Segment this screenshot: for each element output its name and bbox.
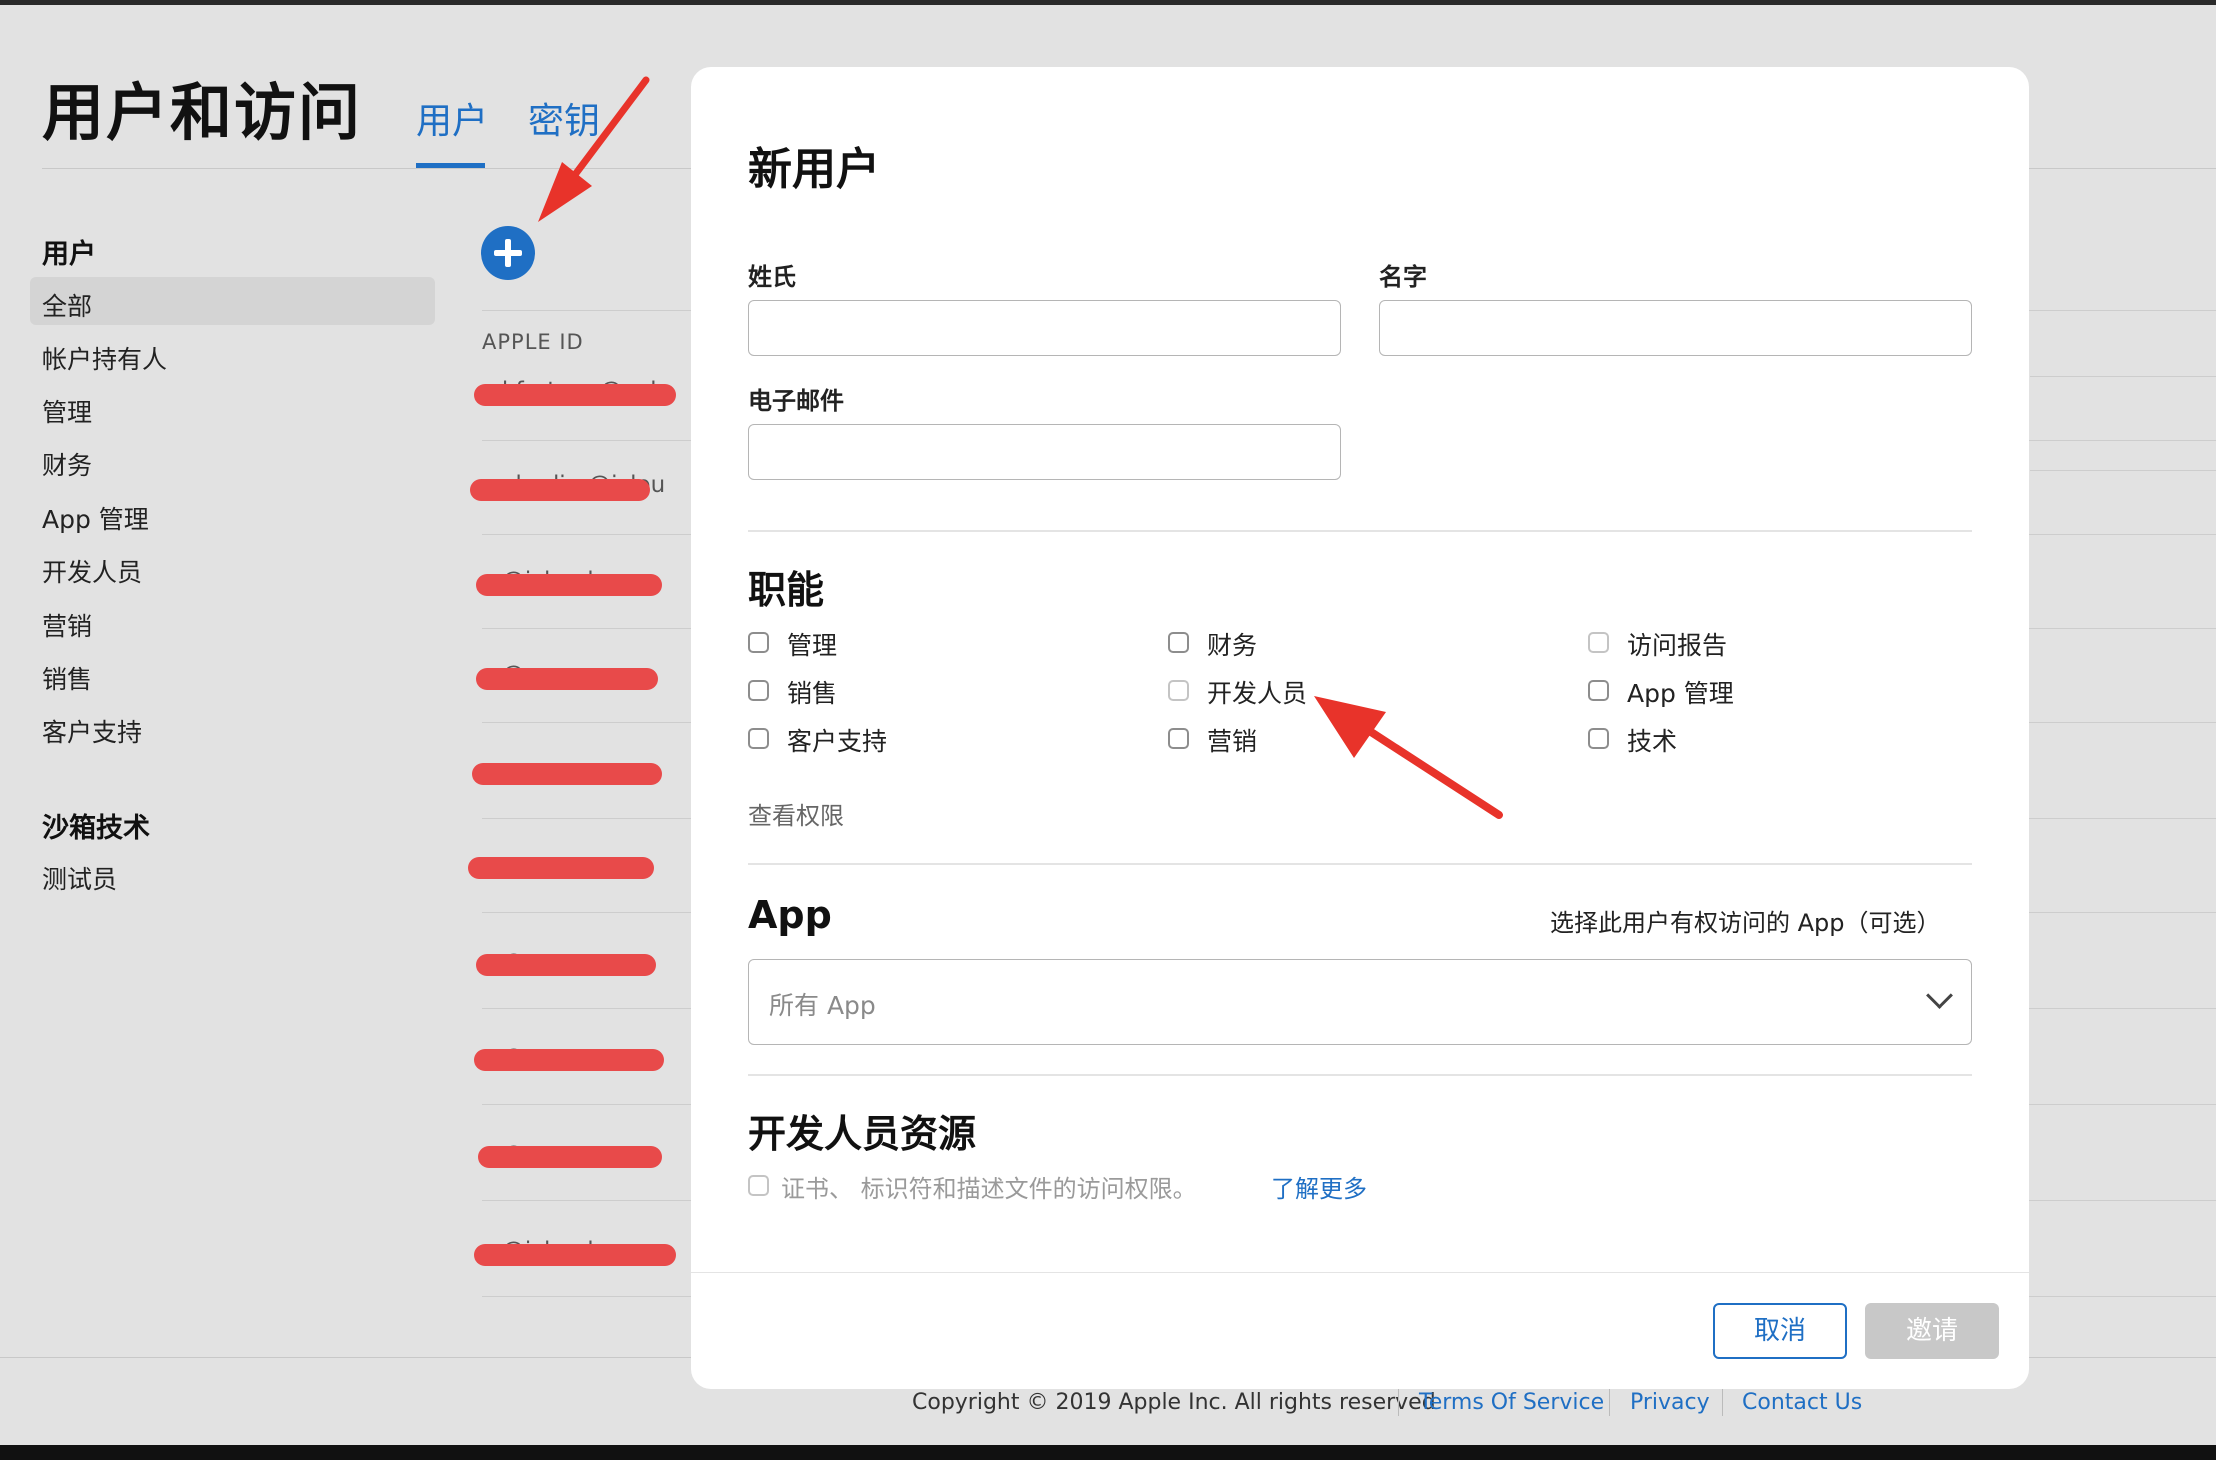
annotation-arrow-add-user xyxy=(538,76,650,222)
annotation-arrow-developer xyxy=(1314,696,1503,819)
annotation-overlay xyxy=(538,76,1503,819)
